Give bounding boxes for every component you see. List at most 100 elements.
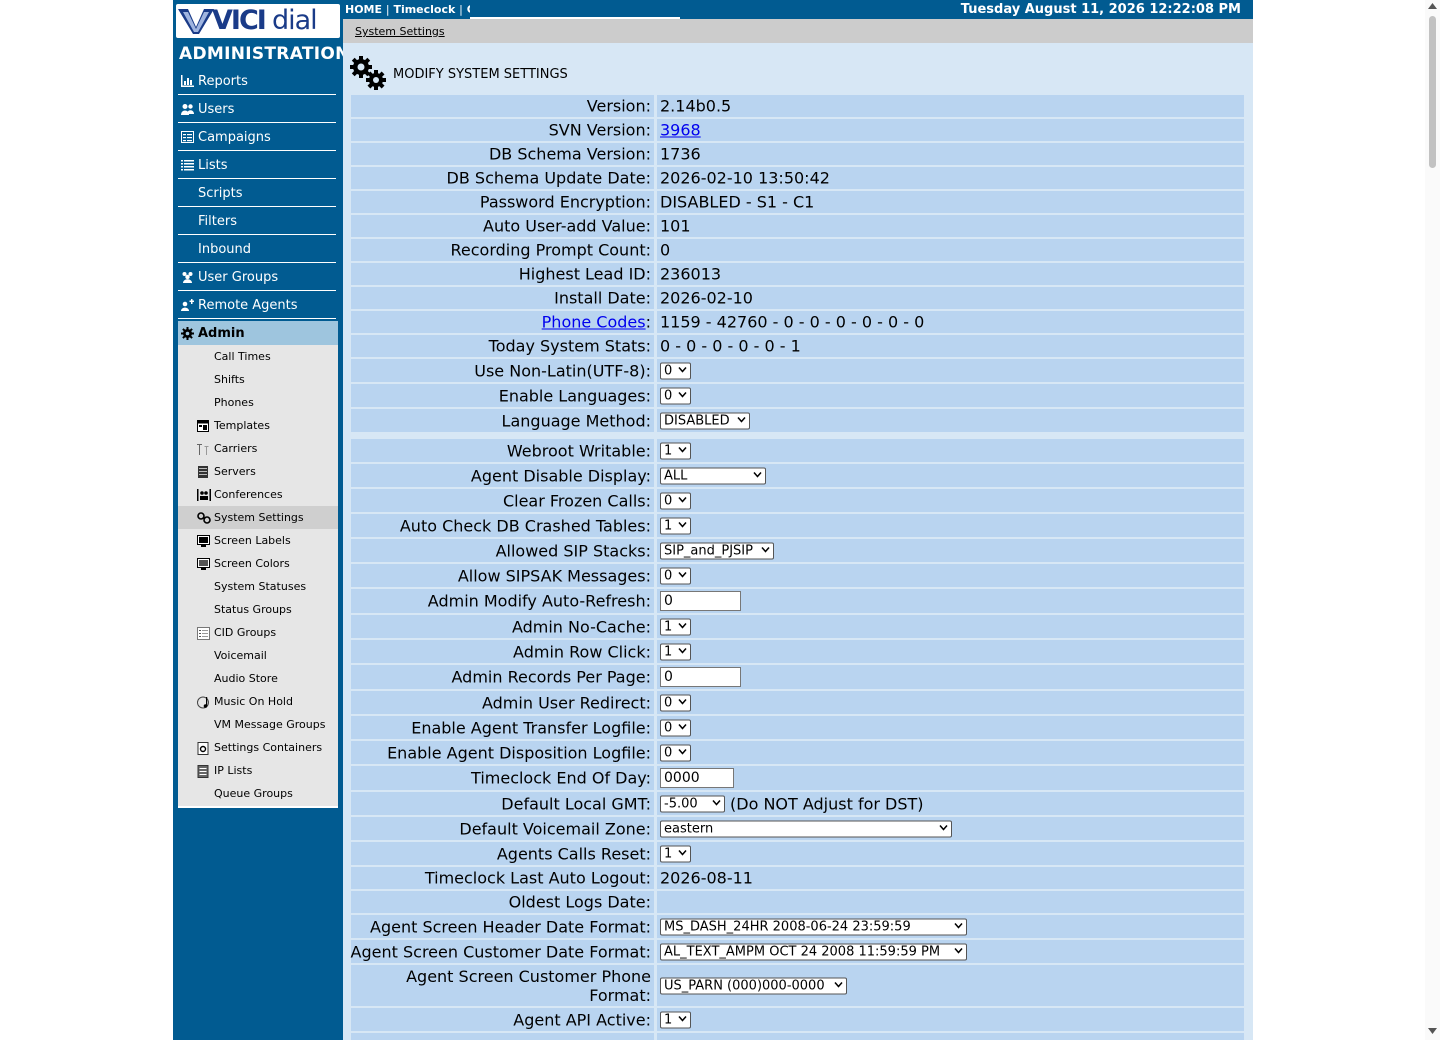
sidebar-item-inbound[interactable]: Inbound bbox=[178, 235, 336, 263]
allow-sipsak-messages-select[interactable]: 0 bbox=[660, 567, 691, 584]
admin-item-screen-colors[interactable]: Screen Colors bbox=[178, 552, 338, 575]
clear-frozen-calls-select[interactable]: 0 bbox=[660, 492, 691, 509]
row-highest-lead-id: Highest Lead ID: 236013 bbox=[351, 263, 1244, 285]
conferences-icon bbox=[197, 489, 211, 501]
admin-item-label: Shifts bbox=[214, 373, 245, 386]
cid-groups-icon bbox=[197, 627, 210, 640]
sidebar-item-filters[interactable]: Filters bbox=[178, 207, 336, 235]
scroll-up-icon[interactable] bbox=[1428, 3, 1437, 9]
row-version: Version: 2.14b0.5 bbox=[351, 95, 1244, 117]
field-label: Version: bbox=[586, 96, 651, 116]
admin-no-cache-select[interactable]: 1 bbox=[660, 618, 691, 635]
agent-screen-header-date-format-select[interactable]: MS_DASH_24HR 2008-06-24 23:59:59 bbox=[660, 918, 967, 935]
agent-screen-customer-date-format-select[interactable]: AL_TEXT_AMPM OCT 24 2008 11:59:59 PM bbox=[660, 943, 967, 960]
auto-check-db-crashed-tables-select[interactable]: 1 bbox=[660, 517, 691, 534]
admin-modify-auto-refresh-input[interactable]: 0 bbox=[660, 591, 741, 611]
sidebar-item-remote-agents[interactable]: Remote Agents bbox=[178, 291, 336, 319]
page-title: MODIFY SYSTEM SETTINGS bbox=[393, 67, 568, 82]
recording-prompt-count-value: 0 bbox=[660, 240, 671, 260]
webroot-writable-select[interactable]: 1 bbox=[660, 442, 691, 459]
allowed-sip-stacks-select[interactable]: SIP_and_PJSIP bbox=[660, 542, 774, 559]
admin-item-shifts[interactable]: Shifts bbox=[178, 368, 338, 391]
row-partial-next bbox=[351, 1033, 1244, 1040]
default-local-gmt-select[interactable]: -5.00 bbox=[660, 795, 725, 812]
row-admin-row-click: Admin Row Click: 1 bbox=[351, 640, 1244, 663]
sidebar-item-label: Filters bbox=[198, 214, 237, 229]
svn-version-link[interactable]: 3968 bbox=[660, 121, 701, 140]
field-label: SVN Version: bbox=[548, 120, 651, 140]
sidebar-item-user-groups[interactable]: User Groups bbox=[178, 263, 336, 291]
row-language-method: Language Method: DISABLED bbox=[351, 409, 1244, 432]
scrollbar-thumb[interactable] bbox=[1429, 16, 1436, 168]
admin-item-system-settings[interactable]: System Settings bbox=[178, 506, 338, 529]
timeclock-link[interactable]: Timeclock bbox=[393, 3, 455, 16]
agent-screen-customer-phone-format-select[interactable]: US_PARN (000)000-0000 bbox=[660, 977, 847, 994]
password-encryption-value: DISABLED - S1 - C1 bbox=[660, 192, 815, 212]
field-label: Agent API Active: bbox=[513, 1010, 651, 1029]
admin-item-templates[interactable]: Templates bbox=[178, 414, 338, 437]
admin-item-audio-store[interactable]: Audio Store bbox=[178, 667, 338, 690]
admin-item-cid-groups[interactable]: CID Groups bbox=[178, 621, 338, 644]
sidebar-item-admin[interactable]: Admin bbox=[178, 321, 338, 345]
screen-colors-icon bbox=[197, 558, 210, 570]
home-link[interactable]: HOME bbox=[345, 3, 382, 16]
admin-item-conferences[interactable]: Conferences bbox=[178, 483, 338, 506]
row-default-voicemail-zone: Default Voicemail Zone: eastern bbox=[351, 817, 1244, 840]
admin-item-settings-containers[interactable]: Settings Containers bbox=[178, 736, 338, 759]
admin-item-screen-labels[interactable]: Screen Labels bbox=[178, 529, 338, 552]
use-non-latin-select[interactable]: 0 bbox=[660, 362, 691, 379]
agents-calls-reset-select[interactable]: 1 bbox=[660, 845, 691, 862]
enable-languages-select[interactable]: 0 bbox=[660, 387, 691, 404]
row-admin-no-cache: Admin No-Cache: 1 bbox=[351, 615, 1244, 638]
admin-records-per-page-input[interactable]: 0 bbox=[660, 667, 741, 687]
scroll-down-icon[interactable] bbox=[1428, 1028, 1437, 1034]
vicidial-logo[interactable]: VICI dial bbox=[176, 4, 340, 38]
admin-item-servers[interactable]: Servers bbox=[178, 460, 338, 483]
admin-item-system-statuses[interactable]: System Statuses bbox=[178, 575, 338, 598]
agent-api-active-select[interactable]: 1 bbox=[660, 1011, 691, 1028]
sidebar-item-lists[interactable]: Lists bbox=[178, 151, 336, 179]
row-auto-check-db-crashed-tables: Auto Check DB Crashed Tables: 1 bbox=[351, 514, 1244, 537]
language-method-select[interactable]: DISABLED bbox=[660, 412, 750, 429]
page-scrollbar[interactable] bbox=[1425, 0, 1440, 1040]
admin-item-voicemail[interactable]: Voicemail bbox=[178, 644, 338, 667]
admin-item-vm-message-groups[interactable]: VM Message Groups bbox=[178, 713, 338, 736]
sidebar-item-scripts[interactable]: Scripts bbox=[178, 179, 336, 207]
admin-row-click-select[interactable]: 1 bbox=[660, 643, 691, 660]
chevron-down-icon bbox=[678, 723, 687, 729]
remote-agents-icon bbox=[181, 299, 194, 311]
row-allow-sipsak-messages: Allow SIPSAK Messages: 0 bbox=[351, 564, 1244, 587]
admin-item-music-on-hold[interactable]: Music On Hold bbox=[178, 690, 338, 713]
sidebar: VICI dial ADMINISTRATION Reports Users C… bbox=[173, 0, 349, 1040]
enable-agent-transfer-logfile-select[interactable]: 0 bbox=[660, 719, 691, 736]
breadcrumb-system-settings-link[interactable]: System Settings bbox=[355, 25, 445, 38]
default-voicemail-zone-select[interactable]: eastern bbox=[660, 820, 952, 837]
today-system-stats-value: 0 - 0 - 0 - 0 - 0 - 1 bbox=[660, 336, 801, 356]
field-label: Webroot Writable: bbox=[506, 441, 651, 460]
select-value: 1 bbox=[664, 846, 673, 861]
admin-item-label: CID Groups bbox=[214, 626, 277, 639]
servers-icon bbox=[198, 466, 208, 478]
admin-item-ip-lists[interactable]: IP Lists bbox=[178, 759, 338, 782]
field-label: Oldest Logs Date: bbox=[508, 892, 651, 912]
admin-item-call-times[interactable]: Call Times bbox=[178, 345, 338, 368]
phone-codes-link[interactable]: Phone Codes bbox=[542, 313, 646, 332]
select-value: MS_DASH_24HR 2008-06-24 23:59:59 bbox=[664, 919, 911, 934]
admin-item-phones[interactable]: Phones bbox=[178, 391, 338, 414]
admin-item-status-groups[interactable]: Status Groups bbox=[178, 598, 338, 621]
admin-user-redirect-select[interactable]: 0 bbox=[660, 694, 691, 711]
select-value: 1 bbox=[664, 644, 673, 659]
current-datetime: Tuesday August 11, 2026 12:22:08 PM bbox=[960, 2, 1241, 17]
timeclock-end-of-day-input[interactable]: 0000 bbox=[660, 768, 734, 788]
sidebar-item-users[interactable]: Users bbox=[178, 95, 336, 123]
chat-link[interactable]: Ch bbox=[467, 3, 470, 16]
admin-item-carriers[interactable]: Carriers bbox=[178, 437, 338, 460]
sidebar-item-reports[interactable]: Reports bbox=[178, 67, 336, 95]
select-value: eastern bbox=[664, 821, 714, 836]
sidebar-item-campaigns[interactable]: Campaigns bbox=[178, 123, 336, 151]
admin-item-queue-groups[interactable]: Queue Groups bbox=[178, 782, 338, 805]
admin-item-label: Templates bbox=[214, 419, 270, 432]
enable-agent-disposition-logfile-select[interactable]: 0 bbox=[660, 744, 691, 761]
agent-disable-display-select[interactable]: ALL bbox=[660, 467, 766, 484]
settings-gears-icon bbox=[350, 56, 386, 90]
